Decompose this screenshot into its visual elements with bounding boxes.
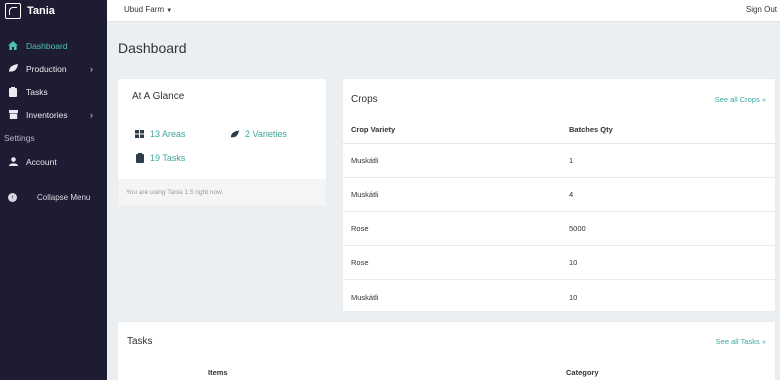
farm-name: Ubud Farm [124,5,165,14]
crops-card: Crops See all Crops » Crop Variety Batch… [343,79,775,311]
tasks-link[interactable]: 19 Tasks [135,153,185,163]
crop-variety: Muskátli [343,177,569,212]
brand[interactable]: Tania [0,0,107,22]
see-all-tasks-link[interactable]: See all Tasks » [716,337,766,346]
caret-down-icon: ▼ [166,8,173,14]
sidebar-nav: Dashboard Production › Tasks Inventories… [0,34,107,126]
tania-logo-icon [5,3,21,19]
collapse-menu-label: Collapse Menu [37,192,91,202]
areas-link[interactable]: 13 Areas [135,129,186,139]
batches-qty: 4 [569,177,775,212]
sidebar-item-dashboard[interactable]: Dashboard [0,34,107,57]
batches-qty: 10 [569,245,775,281]
settings-section-label: Settings [4,133,35,143]
sidebar-item-inventories[interactable]: Inventories › [0,103,107,126]
double-chevron-right-icon: » [761,95,766,104]
page-title: Dashboard [118,40,187,56]
sidebar-item-label: Inventories [26,109,68,120]
areas-count: 13 Areas [150,129,186,139]
crops-table: Crop Variety Batches Qty Muskátli 1 Musk… [343,117,775,314]
clipboard-icon [8,86,18,97]
crop-variety: Rose [343,245,569,281]
card-title: At A Glance [132,91,185,102]
tasks-count: 19 Tasks [150,153,186,163]
topbar: Ubud Farm ▼ Sign Out [107,0,780,22]
double-chevron-right-icon: » [761,337,766,346]
sign-out-link[interactable]: Sign Out [746,5,777,14]
table-row[interactable]: Muskátli 4 [343,177,775,212]
sidebar-item-label: Account [26,156,57,167]
chevron-right-icon: › [90,109,93,120]
sidebar-item-label: Production [26,63,67,74]
column-header: Category [566,368,599,377]
table-row[interactable]: Rose 10 [343,245,775,281]
farm-selector[interactable]: Ubud Farm ▼ [124,5,172,14]
table-row[interactable]: Muskátli 1 [343,143,775,178]
at-a-glance-card: At A Glance 13 Areas 2 Varieties 19 Task… [118,79,326,206]
column-header: Batches Qty [569,117,775,144]
version-note: You are using Tania 1.5 right now. [118,179,326,206]
sidebar-item-label: Dashboard [26,40,68,51]
user-icon [8,157,18,167]
chevron-left-circle-icon: ‹ [8,192,17,202]
archive-icon [8,110,18,120]
card-title: Tasks [127,336,153,347]
column-header: Crop Variety [343,117,569,144]
table-row[interactable]: Muskátli 10 [343,280,775,314]
crop-variety: Rose [343,211,569,247]
tasks-card: Tasks See all Tasks » Items Category [118,322,775,380]
varieties-count: 2 Varieties [245,129,287,139]
crop-variety: Muskátli [351,292,379,302]
sidebar-item-tasks[interactable]: Tasks [0,80,107,103]
clipboard-icon [135,153,144,163]
sidebar-item-production[interactable]: Production › [0,57,107,80]
grid-icon [135,130,144,138]
sidebar-item-label: Tasks [26,86,48,97]
sidebar: Tania Dashboard Production › Tasks Inven… [0,0,107,380]
column-header: Items [208,368,228,377]
see-all-label: See all Crops [714,95,760,104]
batches-qty: 1 [569,143,775,178]
varieties-link[interactable]: 2 Varieties [230,129,287,139]
crop-variety: Muskátli [343,143,569,178]
table-row[interactable]: Rose 5000 [343,211,775,247]
brand-name: Tania [27,5,55,17]
leaf-icon [8,64,18,74]
see-all-label: See all Tasks [715,337,760,346]
collapse-menu-button[interactable]: ‹ Collapse Menu [0,187,107,207]
card-title: Crops [351,94,378,105]
batches-qty: 5000 [569,211,775,247]
leaf-icon [230,129,239,139]
home-icon [8,41,18,51]
table-header-row: Crop Variety Batches Qty [343,117,775,144]
sidebar-item-account[interactable]: Account [0,150,107,173]
chevron-right-icon: › [90,63,93,74]
batches-qty: 10 [569,292,578,302]
see-all-crops-link[interactable]: See all Crops » [715,95,766,104]
